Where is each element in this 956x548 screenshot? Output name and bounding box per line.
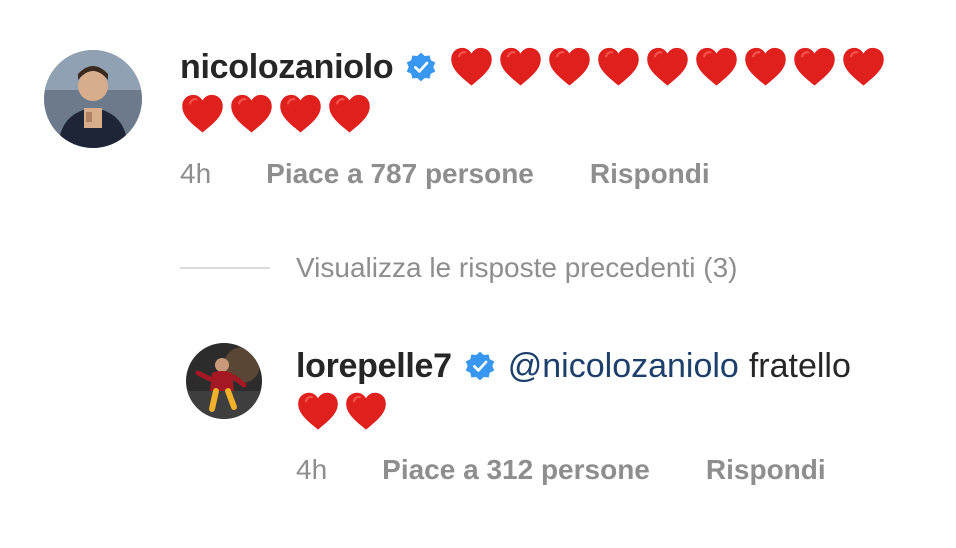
- avatar-nicolozaniolo[interactable]: [44, 50, 142, 148]
- view-previous-replies-button[interactable]: Visualizza le risposte precedenti (3): [180, 250, 737, 286]
- red-heart-icon: [229, 92, 274, 137]
- mention-link[interactable]: @nicolozaniolo: [508, 347, 739, 386]
- verified-badge-icon: [464, 350, 496, 382]
- view-replies-label: Visualizza le risposte precedenti (3): [296, 252, 738, 283]
- red-heart-icon: [449, 45, 494, 90]
- red-heart-icon: [327, 92, 372, 137]
- red-heart-icon: [694, 45, 739, 90]
- heart-emoji-row: [449, 45, 890, 90]
- red-heart-icon: [180, 92, 225, 137]
- likes-count-link[interactable]: Piace a 787 persone: [266, 158, 534, 190]
- red-heart-icon: [792, 45, 837, 90]
- red-heart-icon: [645, 45, 690, 90]
- red-heart-icon: [547, 45, 592, 90]
- red-heart-icon: [596, 45, 641, 90]
- comment-timestamp: 4h: [180, 158, 212, 189]
- verified-badge-icon: [405, 51, 437, 83]
- divider-line: [180, 267, 270, 269]
- red-heart-icon: [743, 45, 788, 90]
- reply-button[interactable]: Rispondi: [590, 158, 710, 190]
- red-heart-icon: [841, 45, 886, 90]
- heart-emoji-row: [180, 92, 376, 137]
- likes-count-link[interactable]: Piace a 312 persone: [382, 454, 650, 486]
- username-lorepelle7[interactable]: lorepelle7: [296, 347, 452, 386]
- avatar-lorepelle7[interactable]: [186, 343, 262, 419]
- heart-emoji-row: [296, 390, 392, 434]
- comment-timestamp: 4h: [296, 454, 328, 485]
- username-nicolozaniolo[interactable]: nicolozaniolo: [180, 48, 394, 87]
- comment-text: fratello: [748, 346, 851, 385]
- red-heart-icon: [498, 45, 543, 90]
- reply-button[interactable]: Rispondi: [706, 454, 826, 486]
- red-heart-icon: [296, 390, 340, 434]
- red-heart-icon: [344, 390, 388, 434]
- red-heart-icon: [278, 92, 323, 137]
